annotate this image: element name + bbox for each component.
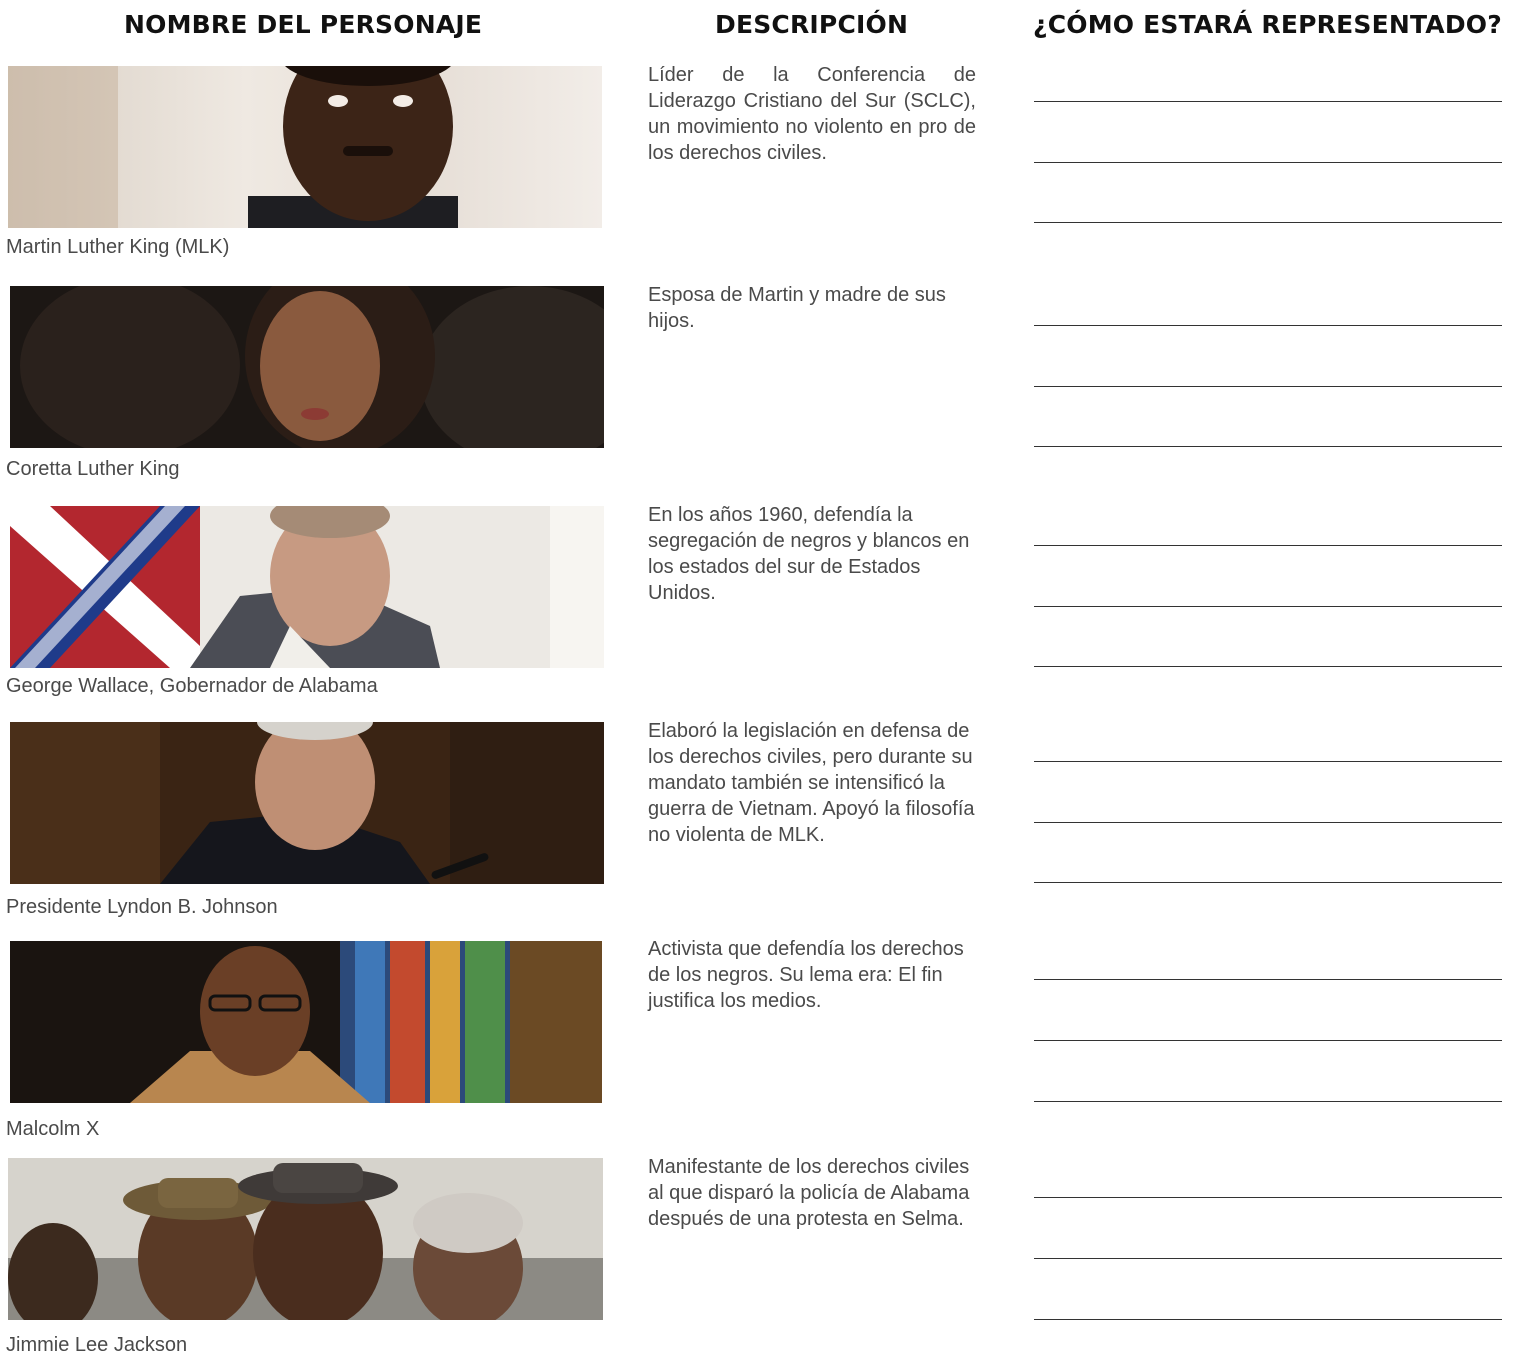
character-description-coretta: Esposa de Martin y madre de sus hijos. xyxy=(648,284,946,332)
header-description: DESCRIPCIÓN xyxy=(715,10,909,39)
character-photo-jimmie-lee-jackson xyxy=(8,1158,603,1320)
character-name-wallace: George Wallace, Gobernador de Alabama xyxy=(6,675,378,697)
character-description-malcolm-x: Activista que defendía los derechos de l… xyxy=(648,938,964,1012)
answer-line[interactable] xyxy=(1034,446,1502,447)
answer-line[interactable] xyxy=(1034,979,1502,980)
character-name-coretta: Coretta Luther King xyxy=(6,458,180,480)
answer-line[interactable] xyxy=(1034,1101,1502,1102)
answer-line[interactable] xyxy=(1034,1040,1502,1041)
answer-line[interactable] xyxy=(1034,162,1502,163)
character-name-mlk: Martin Luther King (MLK) xyxy=(6,236,230,258)
answer-line[interactable] xyxy=(1034,1319,1502,1320)
answer-line[interactable] xyxy=(1034,606,1502,607)
answer-line[interactable] xyxy=(1034,666,1502,667)
answer-line[interactable] xyxy=(1034,761,1502,762)
character-description-mlk: Líder de la Conferencia de Liderazgo Cri… xyxy=(648,64,976,164)
answer-line[interactable] xyxy=(1034,222,1502,223)
character-name-jimmie-lee-jackson: Jimmie Lee Jackson xyxy=(6,1334,188,1356)
answer-line[interactable] xyxy=(1034,1258,1502,1259)
character-description-jimmie-lee-jackson: Manifestante de los derechos civiles al … xyxy=(648,1156,970,1230)
answer-line[interactable] xyxy=(1034,325,1502,326)
character-photo-johnson xyxy=(10,722,604,884)
answer-line[interactable] xyxy=(1034,101,1502,102)
answer-line[interactable] xyxy=(1034,1197,1502,1198)
character-photo-mlk xyxy=(8,66,602,228)
character-name-johnson: Presidente Lyndon B. Johnson xyxy=(6,896,278,918)
answer-line[interactable] xyxy=(1034,882,1502,883)
header-character-name: NOMBRE DEL PERSONAJE xyxy=(124,10,483,39)
character-photo-wallace xyxy=(10,506,604,668)
answer-line[interactable] xyxy=(1034,545,1502,546)
character-photo-malcolm-x xyxy=(10,941,602,1103)
answer-line[interactable] xyxy=(1034,822,1502,823)
character-photo-coretta xyxy=(10,286,604,448)
character-name-malcolm-x: Malcolm X xyxy=(6,1118,100,1140)
answer-line[interactable] xyxy=(1034,386,1502,387)
character-description-wallace: En los años 1960, defendía la segregació… xyxy=(648,504,970,604)
header-representation: ¿CÓMO ESTARÁ REPRESENTADO? xyxy=(1033,10,1502,39)
character-description-johnson: Elaboró la legislación en defensa de los… xyxy=(648,720,975,846)
